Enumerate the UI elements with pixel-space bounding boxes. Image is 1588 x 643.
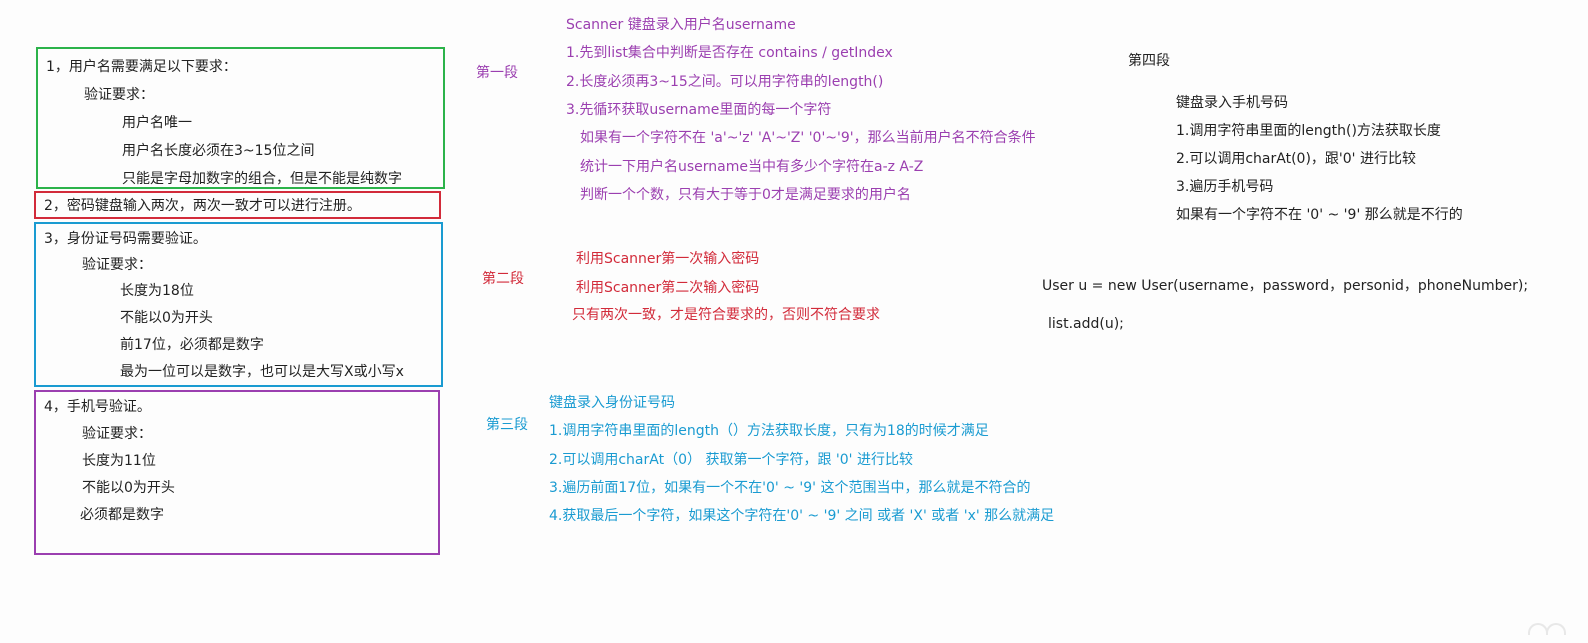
requirement-box-phone: 4，手机号验证。 验证要求： 长度为11位 不能以0为开头 必须都是数字 — [34, 390, 440, 555]
requirement-item: 长度为18位 — [120, 283, 194, 299]
section1-line: 判断一个个数，只有大于等于0才是满足要求的用户名 — [580, 187, 911, 203]
section4-line: 2.可以调用charAt(0)，跟'0' 进行比较 — [1176, 151, 1416, 167]
requirement-item: 最为一位可以是数字，也可以是大写X或小写x — [120, 364, 404, 380]
requirement-item: 不能以0为开头 — [120, 310, 213, 326]
section1-line: 3.先循环获取username里面的每一个字符 — [566, 102, 832, 118]
section4-line: 如果有一个字符不在 '0' ~ '9' 那么就是不行的 — [1176, 207, 1463, 223]
section4-line: 1.调用字符串里面的length()方法获取长度 — [1176, 123, 1441, 139]
section2-line: 只有两次一致，才是符合要求的，否则不符合要求 — [572, 307, 880, 323]
requirement-item: 只能是字母加数字的组合，但是不能是纯数字 — [122, 171, 402, 187]
section4-line: 3.遍历手机号码 — [1176, 179, 1274, 195]
requirement-item: 前17位，必须都是数字 — [120, 337, 264, 353]
requirement-title: 2，密码键盘输入两次，两次一致才可以进行注册。 — [44, 198, 361, 214]
requirement-title: 1，用户名需要满足以下要求： — [46, 59, 237, 75]
requirement-title: 4，手机号验证。 — [44, 399, 151, 415]
requirement-title: 3，身份证号码需要验证。 — [44, 231, 207, 247]
section3-line: 4.获取最后一个字符，如果这个字符在'0' ~ '9' 之间 或者 'X' 或者… — [549, 508, 1055, 524]
requirement-item: 用户名唯一 — [122, 115, 192, 131]
requirement-subtitle: 验证要求： — [84, 87, 154, 103]
requirement-subtitle: 验证要求： — [82, 426, 152, 442]
section2-line: 利用Scanner第一次输入密码 — [576, 251, 760, 267]
requirement-item: 用户名长度必须在3~15位之间 — [122, 143, 315, 159]
section-label-4: 第四段 — [1128, 53, 1170, 69]
section-label-3: 第三段 — [486, 417, 528, 433]
section1-line: Scanner 键盘录入用户名username — [566, 17, 796, 33]
section4-line: 键盘录入手机号码 — [1176, 95, 1288, 111]
section2-line: 利用Scanner第二次输入密码 — [576, 280, 760, 296]
section1-line: 统计一下用户名username当中有多少个字符在a-z A-Z — [580, 159, 924, 175]
code-line-user: User u = new User(username，password，pers… — [1042, 278, 1529, 294]
requirement-item: 长度为11位 — [82, 453, 156, 469]
section1-line: 2.长度必须再3~15之间。可以用字符串的length() — [566, 74, 884, 90]
requirement-box-idcard: 3，身份证号码需要验证。 验证要求： 长度为18位 不能以0为开头 前17位，必… — [34, 222, 443, 387]
watermark-icon — [1526, 619, 1566, 639]
requirement-subtitle: 验证要求： — [82, 257, 152, 273]
requirement-box-username: 1，用户名需要满足以下要求： 验证要求： 用户名唯一 用户名长度必须在3~15位… — [36, 47, 445, 189]
section3-line: 2.可以调用charAt（0） 获取第一个字符，跟 '0' 进行比较 — [549, 452, 913, 468]
requirement-item: 必须都是数字 — [80, 507, 164, 523]
section1-line: 如果有一个字符不在 'a'~'z' 'A'~'Z' '0'~'9'，那么当前用户… — [580, 130, 1036, 146]
requirement-item: 不能以0为开头 — [82, 480, 175, 496]
section-label-2: 第二段 — [482, 271, 524, 287]
requirement-box-password: 2，密码键盘输入两次，两次一致才可以进行注册。 — [34, 191, 441, 219]
section3-line: 1.调用字符串里面的length（）方法获取长度，只有为18的时候才满足 — [549, 423, 989, 439]
section1-line: 1.先到list集合中判断是否存在 contains / getIndex — [566, 45, 893, 61]
section3-line: 键盘录入身份证号码 — [549, 395, 675, 411]
section-label-1: 第一段 — [476, 65, 518, 81]
section3-line: 3.遍历前面17位，如果有一个不在'0' ~ '9' 这个范围当中，那么就是不符… — [549, 480, 1031, 496]
code-line-add: list.add(u); — [1048, 316, 1124, 332]
